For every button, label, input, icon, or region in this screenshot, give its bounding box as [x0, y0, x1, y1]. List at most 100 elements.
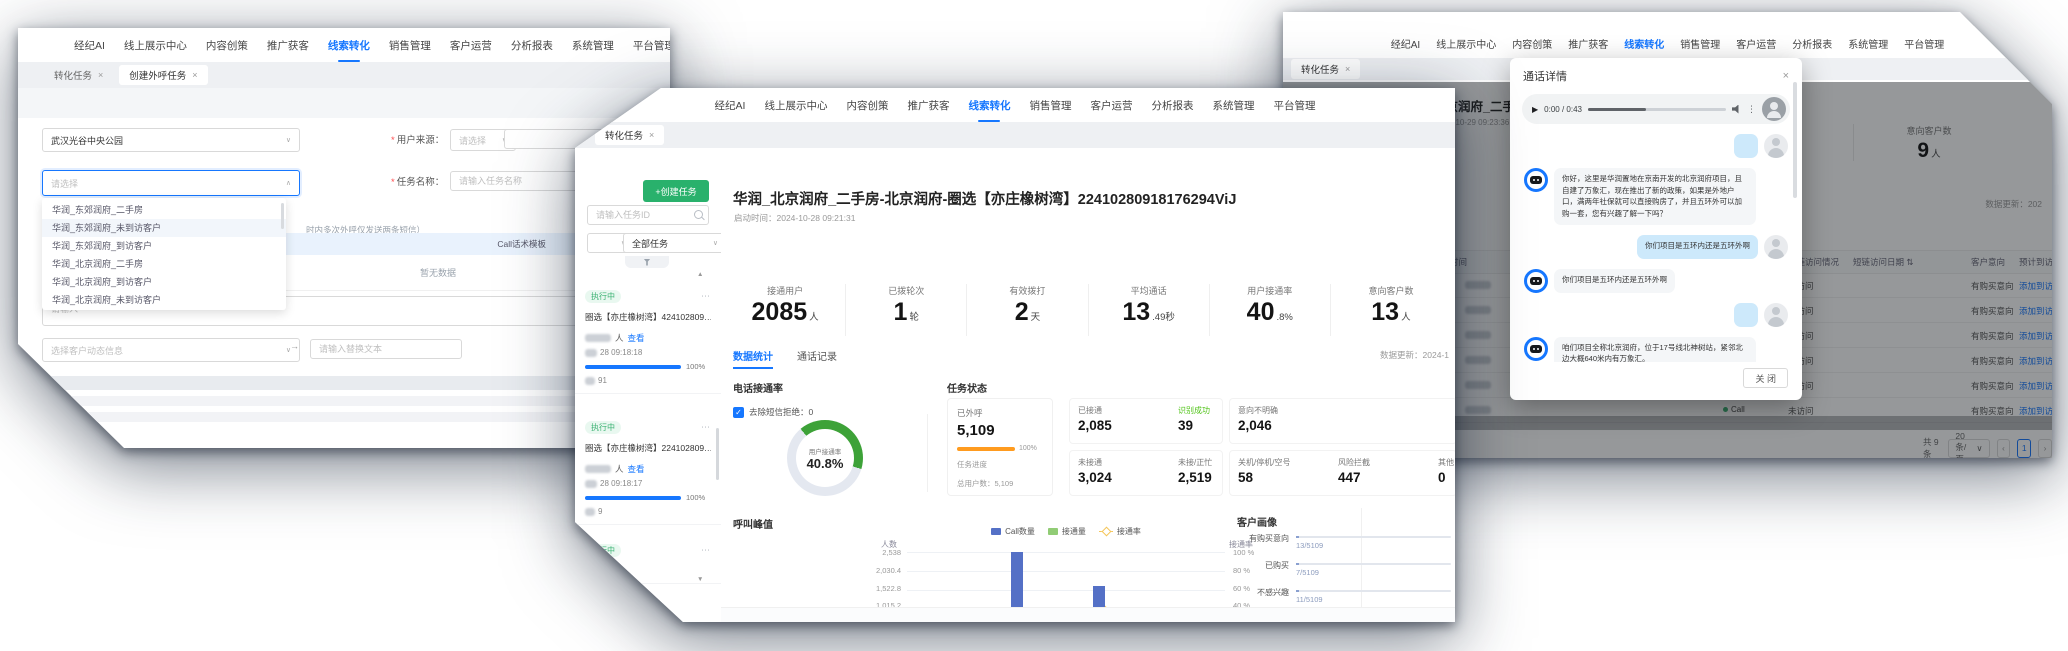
task-progress-row: 100%	[585, 362, 711, 371]
portrait-bar	[1296, 563, 1451, 565]
stat-tile: 用户接通率 40.8%	[1209, 284, 1330, 336]
nav-item[interactable]: 经纪AI	[715, 98, 746, 113]
replace-text-input[interactable]	[310, 339, 462, 359]
tab-close-icon[interactable]: ×	[1345, 64, 1350, 74]
stat-tile: 接通用户 2085人	[725, 284, 845, 336]
nav-item[interactable]: 线索转化	[1624, 36, 1664, 51]
nav-item[interactable]: 经纪AI	[74, 38, 105, 53]
message-bubble	[1734, 134, 1758, 158]
search-icon	[694, 210, 703, 219]
nav-item[interactable]: 线索转化	[968, 98, 1010, 113]
chat-scrollbar[interactable]	[1793, 82, 1797, 198]
user-avatar	[1764, 134, 1788, 158]
nav-item[interactable]: 经纪AI	[1391, 36, 1420, 51]
nav-item[interactable]: 线上展示中心	[124, 38, 187, 53]
nav-item[interactable]: 系统管理	[1848, 36, 1888, 51]
status-cells: 关机/停机/空号58风险拦截447其他0	[1229, 450, 1455, 496]
create-task-button[interactable]: +创建任务	[643, 180, 709, 202]
more-icon[interactable]: ⋯	[701, 545, 711, 556]
tab-conversion-task[interactable]: 转化任务×	[595, 125, 664, 145]
data-update-time: 数据更新：2024-1	[1380, 349, 1449, 361]
kebab-menu-icon[interactable]: ⋮	[1747, 104, 1756, 115]
view-link[interactable]: 查看	[628, 463, 645, 475]
content-gap	[18, 88, 670, 118]
nav-item[interactable]: 线索转化	[328, 38, 370, 53]
task-card[interactable]: 执行中⋯ 5-e7o	[575, 536, 721, 584]
scroll-up-icon[interactable]: ▲	[697, 271, 703, 278]
message-bubble	[1734, 303, 1758, 327]
chat-message	[1524, 134, 1788, 158]
tab-conversion-task[interactable]: 转化任务×	[1291, 59, 1360, 79]
dropdown-option[interactable]: 华润_北京润府_到访客户	[42, 273, 286, 291]
task-card[interactable]: 执行中⋯ 圈选【亦庄橡树湾】424102809… 人查看 28 09:18:18…	[575, 282, 721, 394]
connect-rate-donut: 用户接通率 40.8%	[787, 420, 863, 496]
nav-item[interactable]: 内容创策	[206, 38, 248, 53]
status-cells: 已接通2,085识别成功39	[1069, 398, 1223, 444]
nav-item[interactable]: 平台管理	[1273, 98, 1315, 113]
dropdown-option[interactable]: 华润_东郊润府_未到访客户	[42, 219, 286, 237]
dropdown-option[interactable]: 华润_北京润府_未到访客户	[42, 291, 286, 309]
task-search	[587, 205, 709, 225]
more-icon[interactable]: ⋯	[701, 422, 711, 433]
task-card[interactable]: 执行中⋯ 圈选【亦庄橡树湾】224102809… 人查看 28 09:18:17…	[575, 413, 721, 525]
nav-item[interactable]: 推广获客	[267, 38, 309, 53]
nav-item[interactable]: 内容创策	[1512, 36, 1552, 51]
legend-call-volume[interactable]: Call数量	[991, 526, 1035, 537]
nav-item[interactable]: 线上展示中心	[1436, 36, 1496, 51]
dropdown-option[interactable]: 华润_东郊润府_二手房	[42, 201, 286, 219]
nav-item[interactable]: 分析报表	[1151, 98, 1193, 113]
nav-item[interactable]: 客户运营	[450, 38, 492, 53]
dropdown-option[interactable]: 华润_东郊润府_到访客户	[42, 237, 286, 255]
filter-collapse-tab[interactable]	[625, 256, 669, 268]
legend-connected[interactable]: 接通量	[1048, 526, 1086, 537]
tab-data-stats[interactable]: 数据统计	[733, 348, 773, 363]
sidebar-scrollbar[interactable]	[716, 428, 719, 480]
start-time: 启动时间：2024-10-28 09:21:31	[734, 212, 855, 224]
dropdown-option[interactable]: 华润_北京润府_二手房	[42, 255, 286, 273]
all-tasks-select[interactable]: 全部任务∨	[623, 233, 727, 253]
dropdown-scrollbar[interactable]	[281, 203, 284, 229]
nav-item[interactable]: 系统管理	[572, 38, 614, 53]
blurred-count	[585, 465, 611, 473]
tab-close-icon[interactable]: ×	[649, 130, 654, 140]
tab-create-call-task[interactable]: 创建外呼任务×	[119, 65, 207, 85]
tab-close-icon[interactable]: ×	[192, 70, 197, 80]
modal-close-button[interactable]: 关 闭	[1743, 368, 1788, 388]
nav-item[interactable]: 分析报表	[1792, 36, 1832, 51]
audio-player[interactable]: ▶ 0:00 / 0:43 ⋮	[1522, 94, 1790, 124]
nav-item[interactable]: 销售管理	[389, 38, 431, 53]
play-icon[interactable]: ▶	[1532, 105, 1538, 114]
task-search-input[interactable]	[587, 205, 709, 225]
tab-close-icon[interactable]: ×	[98, 70, 103, 80]
blue-swatch-icon	[991, 528, 1001, 535]
nav-item[interactable]: 系统管理	[1212, 98, 1254, 113]
status-cells: 意向不明确2,046	[1229, 398, 1455, 444]
center-panel-task-dashboard: 经纪AI 线上展示中心 内容创策 推广获客 线索转化 销售管理 客户运营 分析报表 系统管理 平台…	[575, 88, 1455, 622]
nav-item[interactable]: 平台管理	[1904, 36, 1944, 51]
task-list-sidebar: +创建任务 ∨ 全部任务∨ ▲ ▼ 执行中⋯ 圈选【亦庄橡树湾】42410280…	[575, 148, 722, 622]
tab-call-records[interactable]: 通话记录	[797, 348, 837, 363]
close-icon[interactable]: ×	[1783, 70, 1789, 82]
nav-item[interactable]: 销售管理	[1029, 98, 1071, 113]
legend-rate[interactable]: 接通率	[1099, 526, 1141, 537]
dynamic-info-select[interactable]: 选择客户动态信息 ∨	[42, 338, 300, 362]
nav-item[interactable]: 推广获客	[907, 98, 949, 113]
nav-item[interactable]: 线上展示中心	[764, 98, 827, 113]
nav-item[interactable]: 客户运营	[1090, 98, 1132, 113]
volume-icon[interactable]	[1732, 105, 1741, 114]
nav-item[interactable]: 销售管理	[1680, 36, 1720, 51]
nav-item[interactable]: 客户运营	[1736, 36, 1776, 51]
view-link[interactable]: 查看	[628, 332, 645, 344]
project-select[interactable]: 武汉光谷中央公园 ∨	[42, 128, 300, 152]
nav-item[interactable]: 分析报表	[511, 38, 553, 53]
checkbox-checked[interactable]: ✓	[733, 407, 744, 418]
nav-item[interactable]: 推广获客	[1568, 36, 1608, 51]
portrait-row: 有购买意向 13/5109	[1231, 532, 1451, 550]
nav-item[interactable]: 平台管理	[633, 38, 670, 53]
more-icon[interactable]: ⋯	[701, 291, 711, 302]
nav-item[interactable]: 内容创策	[846, 98, 888, 113]
tab-conversion-task[interactable]: 转化任务×	[44, 65, 113, 85]
scene-select[interactable]: 请选择 ∧	[42, 170, 300, 196]
chevron-up-icon: ∧	[286, 179, 291, 187]
player-progress[interactable]	[1588, 108, 1726, 111]
